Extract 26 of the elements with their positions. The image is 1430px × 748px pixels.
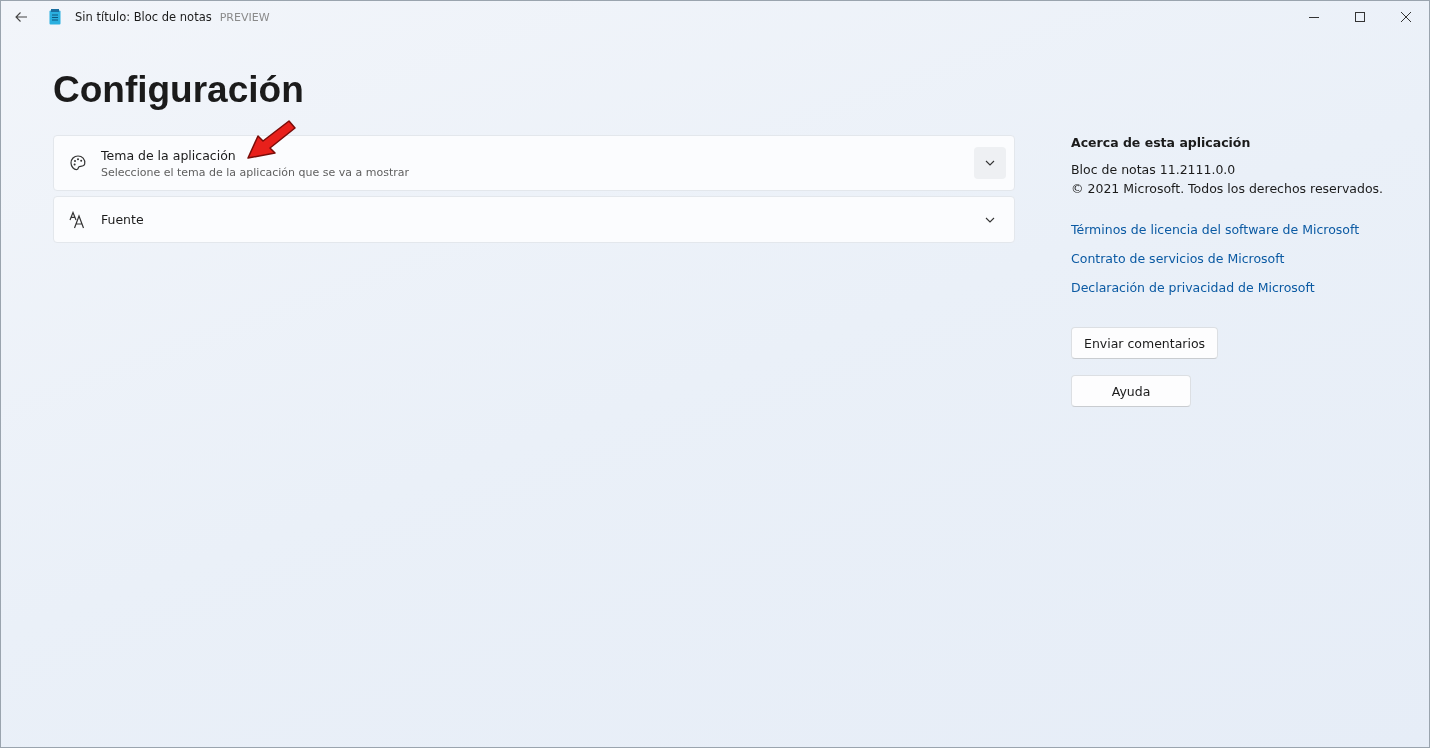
chevron-down-icon bbox=[985, 160, 995, 166]
setting-label: Tema de la aplicación bbox=[101, 147, 237, 163]
preview-label: PREVIEW bbox=[219, 10, 270, 24]
about-text: © 2021 Microsoft. Todos los derechos reservados. bbox=[1071, 180, 1384, 198]
setting-description: Seleccione el tema de la aplicación que se va a mostrar bbox=[101, 165, 410, 179]
settings-card[interactable]: Tema de la aplicación Seleccione el tema de la aplicación que se va a mostrar bbox=[53, 135, 1015, 191]
help-button[interactable]: Ayuda bbox=[1071, 375, 1191, 407]
link[interactable]: Términos de licencia del software de Microsoft bbox=[1071, 222, 1360, 237]
close-icon bbox=[1401, 12, 1411, 22]
window-title: Sin título: Bloc de notas bbox=[75, 10, 212, 24]
back-arrow-icon bbox=[14, 10, 28, 24]
font-icon bbox=[69, 210, 87, 229]
expand-button[interactable] bbox=[974, 147, 1006, 179]
palette-icon bbox=[69, 154, 87, 172]
link[interactable]: Contrato de servicios de Microsoft bbox=[1071, 251, 1285, 266]
page-heading: Configuración bbox=[53, 69, 305, 111]
chevron-down-icon bbox=[985, 216, 995, 223]
maximize-icon bbox=[1355, 12, 1365, 22]
notepad-icon bbox=[49, 9, 61, 25]
link[interactable]: Declaración de privacidad de Microsoft bbox=[1071, 280, 1315, 295]
pointer-arrow bbox=[245, 119, 297, 161]
feedback-button[interactable]: Enviar comentarios bbox=[1071, 327, 1219, 359]
settings-card[interactable]: Fuente bbox=[53, 196, 1015, 243]
about-title: Acerca de esta aplicación bbox=[1071, 135, 1251, 150]
setting-label: Fuente bbox=[101, 212, 145, 227]
about-text: Bloc de notas 11.2111.0.0 bbox=[1071, 161, 1236, 179]
